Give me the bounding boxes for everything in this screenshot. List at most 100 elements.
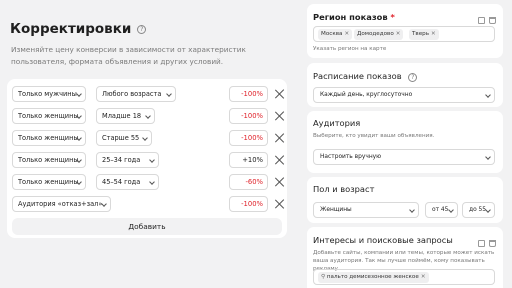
chip-close-icon[interactable]: ✕ [421,274,426,280]
age-from-value: от 45 [432,207,449,213]
remove-row-icon[interactable] [275,177,285,187]
schedule-select[interactable]: Каждый день, круглосуточно [313,87,495,103]
gender-select[interactable]: Только женщины [12,108,86,124]
age-from-select[interactable]: от 45 [425,202,458,218]
chip-close-icon[interactable]: ✕ [431,31,436,37]
trash-icon[interactable] [489,17,496,24]
schedule-section: Расписание показов ? Каждый день, кругло… [307,63,503,107]
age-select[interactable]: Старше 55 [96,130,152,146]
audience-section: Аудитория Выберите, кто увидит ваши объя… [307,111,503,173]
remove-row-icon[interactable] [275,89,285,99]
age-select-value: Младше 18 [102,112,142,120]
audience-select[interactable]: Аудитория «отказ+зал» [12,196,111,212]
region-chip-label: Москва [321,31,343,37]
percent-input[interactable]: -100% [229,130,268,146]
chevron-down-icon [149,179,155,185]
chevron-down-icon [409,207,415,213]
interests-title: Интересы и поисковые запросы [313,235,453,245]
chevron-down-icon [149,157,155,163]
gender-select-value: Только женщины [18,112,79,120]
region-map-link[interactable]: Указать регион на карте [313,45,386,53]
chevron-down-icon [166,91,172,97]
page-subtitle: Изменяйте цену конверсии в зависимости о… [11,45,246,66]
percent-input[interactable]: -60% [229,174,268,190]
chevron-down-icon [76,91,82,97]
gender-select[interactable]: Только мужчины [12,86,86,102]
copy-icon[interactable] [478,17,485,24]
schedule-select-value: Каждый день, круглосуточно [320,92,413,98]
age-select[interactable]: Младше 18 [96,108,155,124]
chevron-down-icon [448,207,454,213]
age-select[interactable]: 25–34 года [96,152,159,168]
help-icon[interactable]: ? [137,24,147,34]
region-chip-label: Тверь [412,31,430,37]
age-to-select[interactable]: до 55 [462,202,495,218]
age-select-value: 45–54 года [102,178,141,186]
percent-input[interactable]: -100% [229,196,268,212]
add-adjustment-button[interactable]: Добавить [12,218,282,235]
percent-input[interactable]: +10% [229,152,268,168]
help-icon[interactable]: ? [408,73,418,82]
age-select-value: Любого возраста [102,90,162,98]
trash-icon[interactable] [489,240,496,247]
adjustments-panel: Корректировки ? Изменяйте цену конверсии… [0,0,292,288]
gender-select-value: Только мужчины [18,90,77,98]
chip-close-icon[interactable]: ✕ [396,31,401,37]
query-chip: ⚲ пальто демисезонное женское ✕ [318,272,429,283]
adjustment-row: Только женщины 25–34 года +10% [12,152,282,168]
adjustments-header: Корректировки ? [10,21,147,37]
remove-row-icon[interactable] [275,133,285,143]
gender-select-value: Женщины [320,207,352,213]
region-chip: Москва ✕ [318,29,353,40]
age-select-value: Старше 55 [102,134,140,142]
region-chip: Тверь ✕ [409,29,439,40]
region-title: Регион показов * [313,12,395,22]
settings-panel: Регион показов * Москва ✕ Домодедово ✕ Тве… [307,0,503,288]
schedule-title-text: Расписание показов [313,71,402,81]
interests-input[interactable]: ⚲ пальто демисезонное женское ✕ [313,269,495,285]
remove-row-icon[interactable] [275,155,285,165]
gender-select-value: Только женщины [18,178,79,186]
chevron-down-icon [142,135,148,141]
adjustment-row: Только женщины Младше 18 -100% [12,108,282,124]
age-select[interactable]: Любого возраста [96,86,176,102]
region-input[interactable]: Москва ✕ Домодедово ✕ Тверь ✕ [313,26,495,42]
chevron-down-icon [485,92,491,98]
search-icon: ⚲ [321,274,326,280]
audience-mode-select[interactable]: Настроить вручную [313,149,495,165]
query-chip-label: пальто демисезонное женское [326,274,419,280]
gender-select[interactable]: Женщины [313,202,419,218]
gender-age-section: Пол и возраст Женщины от 45 до 55 [307,177,503,223]
chevron-down-icon [145,113,151,119]
audience-hint: Выберите, кто увидит ваши объявления. [313,133,435,139]
age-select-value: 25–34 года [102,156,141,164]
adjustments-card: Только мужчины Любого возраста -100% Тол… [7,79,287,238]
audience-select-value: Аудитория «отказ+зал» [18,200,103,208]
adjustment-row: Только мужчины Любого возраста -100% [12,86,282,102]
gender-select[interactable]: Только женщины [12,130,86,146]
interests-section: Интересы и поисковые запросы Добавьте са… [307,227,503,288]
gender-select-value: Только женщины [18,156,79,164]
gender-select[interactable]: Только женщины [12,152,86,168]
gender-select-value: Только женщины [18,134,79,142]
audience-title: Аудитория [313,118,361,128]
audience-mode-value: Настроить вручную [320,154,382,160]
chip-close-icon[interactable]: ✕ [344,31,349,37]
copy-icon[interactable] [478,240,485,247]
adjustment-row: Только женщины Старше 55 -100% [12,130,282,146]
schedule-title: Расписание показов ? [313,71,418,82]
adjustment-row: Только женщины 45–54 года -60% [12,174,282,190]
page-title: Корректировки [10,21,132,37]
region-title-text: Регион показов [313,12,388,22]
percent-input[interactable]: -100% [229,86,268,102]
adjustment-row: Аудитория «отказ+зал» -100% [12,196,282,212]
remove-row-icon[interactable] [275,199,285,209]
age-to-value: до 55 [469,207,487,213]
chevron-down-icon [485,154,491,160]
remove-row-icon[interactable] [275,111,285,121]
percent-input[interactable]: -100% [229,108,268,124]
age-select[interactable]: 45–54 года [96,174,159,190]
required-mark: * [390,12,395,22]
gender-select[interactable]: Только женщины [12,174,86,190]
region-chip-label: Домодедово [357,31,394,37]
